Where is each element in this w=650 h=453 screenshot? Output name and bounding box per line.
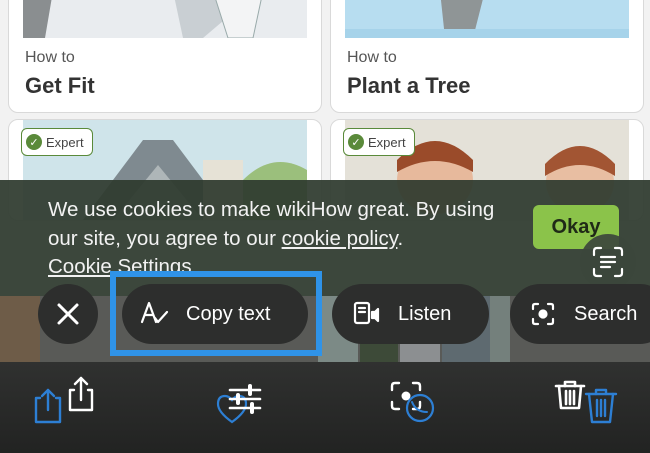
checkmark-icon: ✓ (26, 134, 42, 150)
card-title: Get Fit (25, 73, 95, 98)
trash-icon (554, 380, 618, 424)
listen-label: Listen (398, 302, 452, 325)
listen-icon (353, 301, 380, 325)
listen-button[interactable]: Listen (332, 284, 489, 344)
search-button[interactable]: Search (510, 284, 650, 344)
card-prefix: How to (25, 49, 75, 66)
copy-text-highlight (110, 271, 322, 356)
expert-badge-label: Expert (46, 134, 84, 150)
photo-thumbnail[interactable] (0, 296, 40, 362)
cookie-text: We use cookies to make wikiHow great. By… (48, 198, 495, 250)
search-label: Search (574, 302, 638, 325)
expert-badge: ✓ Expert (21, 128, 93, 156)
cookie-text-end: . (397, 226, 404, 250)
expert-badge: ✓ Expert (343, 128, 415, 156)
adjust-button[interactable] (214, 382, 264, 426)
close-icon (57, 303, 79, 325)
card-prefix: How to (347, 49, 397, 66)
close-button[interactable] (38, 284, 98, 344)
expert-badge-label: Expert (368, 134, 406, 150)
live-text-button[interactable] (580, 234, 636, 290)
cookie-banner-text: We use cookies to make wikiHow great. By… (48, 196, 518, 282)
visual-search-icon (531, 302, 555, 326)
card-title: Plant a Tree (347, 73, 471, 98)
checkmark-icon: ✓ (348, 134, 364, 150)
article-card-get-fit[interactable]: How to Get Fit (8, 0, 322, 113)
wikihow-page: How to Get Fit How to Plant a Tree ✓ Exp… (0, 0, 650, 453)
delete-button[interactable] (554, 378, 620, 426)
visual-lookup-icon (390, 381, 435, 423)
visual-lookup-button[interactable] (386, 378, 438, 424)
article-thumbnail (23, 0, 307, 38)
adjust-icon (216, 384, 262, 424)
article-card-plant-a-tree[interactable]: How to Plant a Tree (330, 0, 644, 113)
live-text-scan-icon (592, 246, 624, 278)
article-thumbnail (345, 0, 629, 38)
share-button[interactable] (32, 376, 98, 426)
photo-thumbnail[interactable] (490, 296, 510, 362)
cookie-policy-link[interactable]: cookie policy (282, 227, 398, 250)
share-icon (34, 376, 94, 424)
